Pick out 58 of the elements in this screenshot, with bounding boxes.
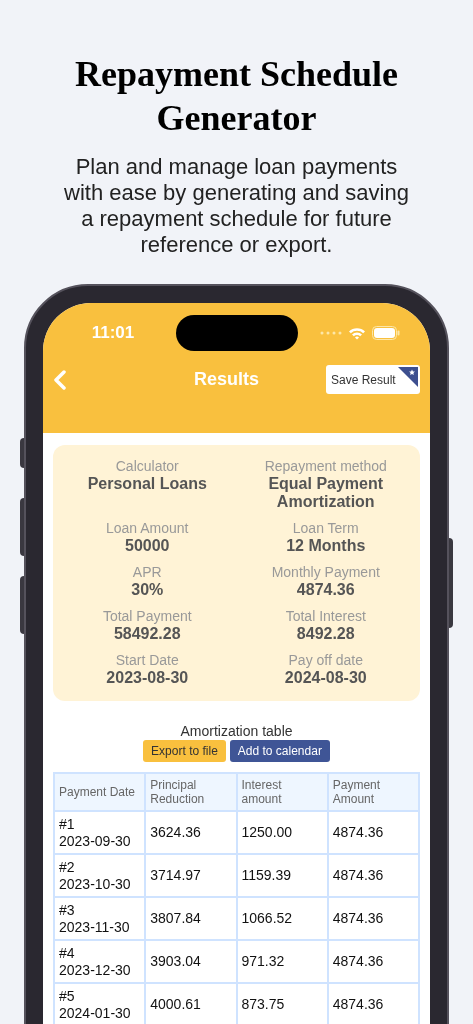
summary-value: 8492.28 [296,625,355,643]
table-cell: 3807.84 [145,897,237,940]
table-cell: 971.32 [236,940,328,983]
table-cell: 3903.04 [145,940,237,983]
summary-label: Repayment method [264,457,387,475]
table-cell: 1250.00 [236,811,328,854]
summary-value: 58492.28 [113,625,181,643]
column-header: Payment Amount [327,773,419,811]
summary-label: Pay off date [288,651,363,669]
signal-icon [320,331,342,335]
action-button[interactable]: Add to calendar [229,740,330,762]
side-button-icon [20,438,24,468]
column-header: Interest amount [236,773,328,811]
summary-label: Total Interest [285,607,366,625]
action-button[interactable]: Export to file [143,740,226,762]
battery-icon [372,326,400,340]
table-cell: 4874.36 [327,940,419,983]
summary-label: Start Date [115,651,179,669]
table-cell: 4874.36 [327,897,419,940]
page-title: Results [194,368,259,391]
table-cell: 4874.36 [327,854,419,897]
summary-value: 2024-08-30 [284,669,367,687]
side-button-icon [20,576,24,634]
summary-label: Loan Amount [106,519,189,537]
back-icon[interactable] [53,369,67,390]
subtitle: Plan and manage loan payments with ease by generating and saving a repayment schedule for future reference or export. [63,154,410,258]
table-cell: #2 2023-10-30 [54,854,146,897]
column-header: Principal Reduction [145,773,237,811]
side-button-icon [449,538,453,628]
table-cell: #4 2023-12-30 [54,940,146,983]
summary-value: 12 Months [286,537,366,555]
summary-label: Calculator [115,457,179,475]
save-result-button[interactable]: Save Result [326,365,420,394]
summary-label: APR [132,563,162,581]
star-corner-icon [398,367,418,387]
table-title: Amortization table [180,723,293,739]
summary-value: 2023-08-30 [106,669,189,687]
table-cell: 1159.39 [236,854,328,897]
summary-value: 50000 [125,537,170,555]
table-cell: 1066.52 [236,897,328,940]
table-cell: #1 2023-09-30 [54,811,146,854]
table-cell: #3 2023-11-30 [54,897,146,940]
table-cell: #5 2024-01-30 [54,983,146,1024]
summary-value: Equal Payment Amortization [267,475,385,511]
status-time: 11:01 [90,322,136,345]
table-cell: 3714.97 [145,854,237,897]
headline: Repayment Schedule Generator [74,53,399,140]
summary-value: 4874.36 [296,581,355,599]
summary-label: Total Payment [102,607,192,625]
summary-value: 30% [131,581,164,599]
summary-value: Personal Loans [87,475,207,493]
table-cell: 4874.36 [327,811,419,854]
column-header: Payment Date [54,773,146,811]
side-button-icon [20,498,24,556]
table-cell: 3624.36 [145,811,237,854]
wifi-icon [348,326,366,340]
summary-label: Monthly Payment [271,563,380,581]
summary-label: Loan Term [292,519,359,537]
